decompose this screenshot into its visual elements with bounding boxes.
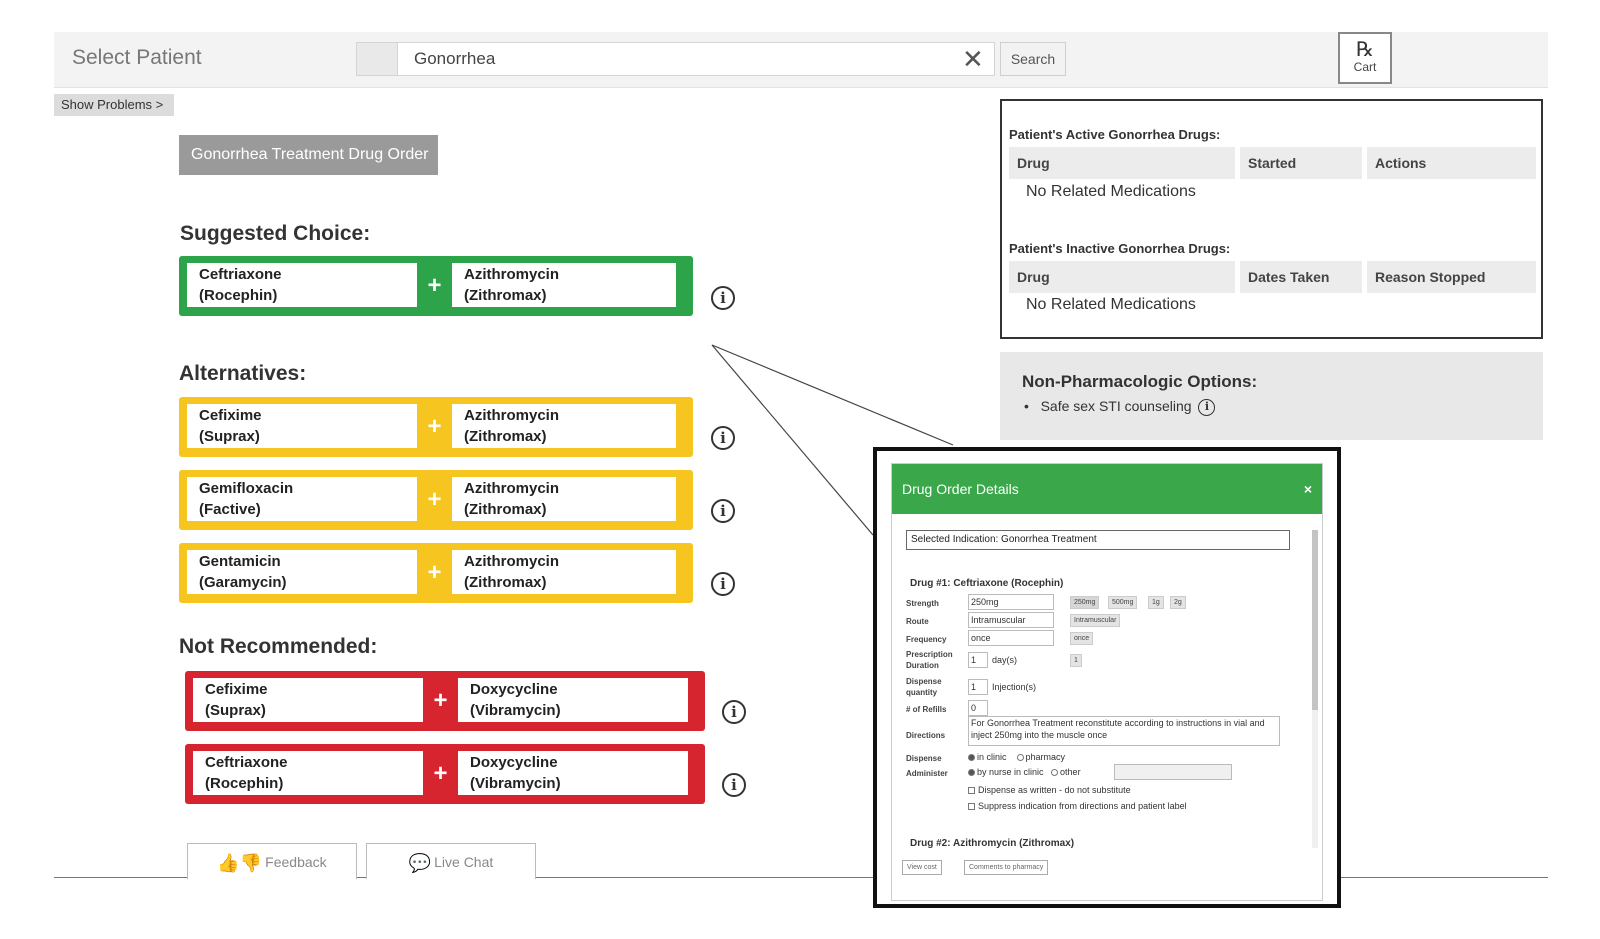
route-option[interactable]: Intramuscular [1070, 614, 1121, 627]
not-recommended-option-2[interactable]: Ceftriaxone (Rocephin) + Doxycycline (Vibr… [185, 744, 705, 804]
active-drugs-table-header: Drug Started Actions [1009, 147, 1536, 179]
modal-scrollbar[interactable] [1312, 530, 1318, 848]
cart-label: Cart [1353, 60, 1377, 74]
plus-icon: + [427, 272, 442, 299]
search-input[interactable]: Gonorrhea [397, 42, 995, 76]
suppress-indication-checkbox[interactable]: Suppress indication from directions and … [968, 800, 1187, 812]
inactive-drugs-table-header: Drug Dates Taken Reason Stopped [1009, 261, 1536, 293]
info-icon[interactable]: i [711, 426, 735, 450]
directions-textarea[interactable]: For Gonorrhea Treatment reconstitute acc… [968, 716, 1280, 746]
scroll-thumb[interactable] [1312, 530, 1318, 710]
checkbox-icon[interactable] [968, 787, 975, 795]
patient-drugs-panel: Patient's Active Gonorrhea Drugs: Drug S… [1000, 99, 1543, 339]
feedback-button[interactable]: 👍👎 Feedback [187, 843, 357, 879]
chat-bubbles-icon: 💬 [408, 853, 432, 874]
active-drugs-empty: No Related Medications [1026, 183, 1196, 200]
drug1-heading: Drug #1: Ceftriaxone (Rocephin) [910, 578, 1064, 589]
comments-to-pharmacy-button[interactable]: Comments to pharmacy [964, 860, 1049, 875]
frequency-option[interactable]: once [1070, 632, 1094, 645]
alternative-option-3[interactable]: Gentamicin (Garamycin) + Azithromycin (Zit… [179, 543, 693, 603]
search-button[interactable]: Search [1000, 42, 1066, 76]
plus-icon: + [427, 413, 442, 440]
drug2-heading: Drug #2: Azithromycin (Zithromax) [910, 838, 1075, 849]
alternative-option-2[interactable]: Gemifloxacin (Factive) + Azithromycin (Zit… [179, 470, 693, 530]
alternatives-heading: Alternatives: [179, 362, 307, 385]
close-icon[interactable]: × [1304, 464, 1312, 514]
info-icon[interactable]: i [711, 572, 735, 596]
modal-title: Drug Order Details [902, 481, 1019, 497]
inactive-drugs-empty: No Related Medications [1026, 296, 1196, 313]
inactive-drugs-heading: Patient's Inactive Gonorrhea Drugs: [1009, 241, 1231, 256]
refills-field[interactable]: 0 [968, 700, 988, 716]
info-icon[interactable]: i [722, 700, 746, 724]
suggested-heading: Suggested Choice: [180, 222, 371, 245]
selected-indication: Selected Indication: Gonorrhea Treatment [906, 530, 1290, 550]
quantity-field[interactable]: 1 [968, 679, 988, 695]
non-pharmacologic-panel: Non-Pharmacologic Options: • Safe sex ST… [1000, 352, 1543, 440]
not-recommended-heading: Not Recommended: [179, 635, 378, 658]
thumbs-up-down-icon: 👍👎 [217, 853, 263, 874]
rx-icon: ℞ [1356, 37, 1374, 61]
alternative-option-1[interactable]: Cefixime (Suprax) + Azithromycin (Zithroma… [179, 397, 693, 457]
drug-order-details-modal: Drug Order Details × Selected Indication… [891, 463, 1323, 901]
modal-header: Drug Order Details × [892, 464, 1322, 514]
not-recommended-option-1[interactable]: Cefixime (Suprax) + Doxycycline (Vibramyci… [185, 671, 705, 731]
radio-icon[interactable] [968, 754, 975, 762]
non-pharm-heading: Non-Pharmacologic Options: [1022, 372, 1258, 391]
route-field[interactable]: Intramuscular [968, 612, 1054, 628]
strength-field[interactable]: 250mg [968, 594, 1054, 610]
view-cost-button[interactable]: View cost [902, 860, 942, 875]
order-title: Gonorrhea Treatment Drug Order [179, 135, 438, 175]
dispense-as-written-checkbox[interactable]: Dispense as written - do not substitute [968, 784, 1131, 796]
administer-radio-group[interactable]: by nurse in clinic other [968, 766, 1081, 778]
select-patient-link[interactable]: Select Patient [72, 46, 202, 70]
plus-icon: + [433, 760, 448, 787]
zoom-frame: Drug Order Details × Selected Indication… [873, 447, 1341, 908]
dispense-radio-group[interactable]: in clinic pharmacy [968, 751, 1065, 763]
info-icon[interactable]: i [711, 286, 735, 310]
active-drugs-heading: Patient's Active Gonorrhea Drugs: [1009, 127, 1221, 142]
checkbox-icon[interactable] [968, 803, 975, 811]
live-chat-button[interactable]: 💬 Live Chat [366, 843, 536, 879]
strength-option[interactable]: 250mg [1070, 596, 1100, 609]
drug-b: Azithromycin (Zithromax) [452, 263, 676, 307]
strength-option[interactable]: 2g [1170, 596, 1186, 609]
info-icon[interactable]: i [711, 499, 735, 523]
duration-option[interactable]: 1 [1070, 654, 1082, 667]
clear-search-icon[interactable]: ✕ [962, 45, 984, 73]
info-icon[interactable]: i [722, 773, 746, 797]
duration-field[interactable]: 1 [968, 652, 988, 668]
radio-icon[interactable] [1016, 754, 1024, 762]
rx-cart-button[interactable]: ℞ Cart [1338, 32, 1392, 84]
plus-icon: + [427, 486, 442, 513]
non-pharm-item: • Safe sex STI counseling i [1024, 398, 1216, 416]
plus-icon: + [427, 559, 442, 586]
show-problems-button[interactable]: Show Problems > [54, 94, 174, 116]
info-icon[interactable]: i [1198, 398, 1216, 416]
administer-other-field[interactable] [1114, 764, 1232, 780]
frequency-field[interactable]: once [968, 630, 1054, 646]
radio-icon[interactable] [968, 769, 975, 777]
plus-icon: + [433, 687, 448, 714]
suggested-option-1[interactable]: Ceftriaxone (Rocephin) + Azithromycin (Zit… [179, 256, 693, 316]
drug-a: Ceftriaxone (Rocephin) [187, 263, 417, 307]
radio-icon[interactable] [1051, 769, 1059, 777]
strength-option[interactable]: 1g [1148, 596, 1164, 609]
search-scope-button[interactable] [356, 42, 398, 76]
strength-option[interactable]: 500mg [1108, 596, 1138, 609]
